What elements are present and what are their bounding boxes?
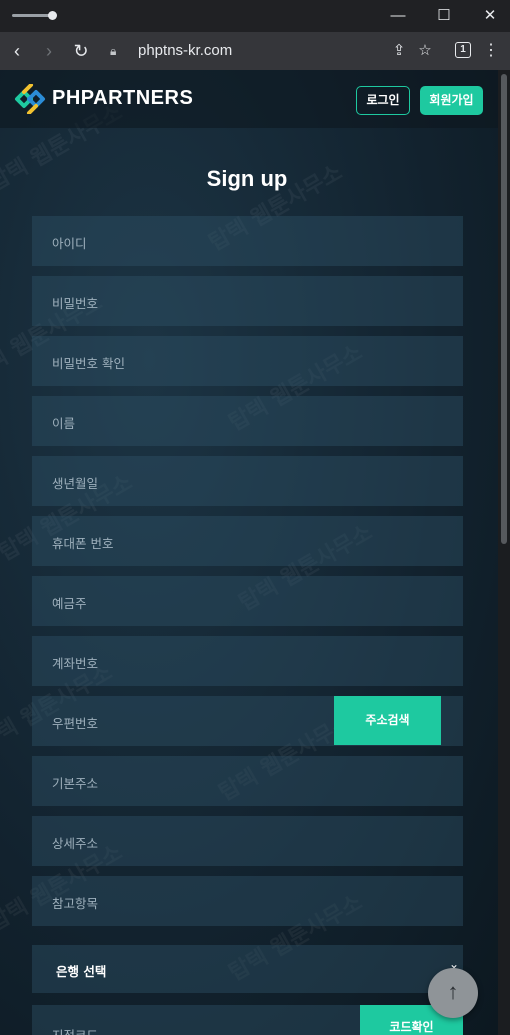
field-placeholder: 이름: [52, 416, 76, 431]
back-arrow-icon[interactable]: ‹: [6, 40, 28, 62]
field-placeholder: 생년월일: [52, 476, 99, 491]
bank-select-label: 은행 선택: [56, 964, 107, 979]
site-header: PHPARTNERS 로그인 회원가입: [0, 70, 498, 128]
field-placeholder: 휴대폰 번호: [52, 536, 114, 551]
logo-icon: [15, 84, 45, 114]
field-placeholder: 참고항목: [52, 896, 99, 911]
base-address-field[interactable]: 기본주소: [32, 756, 463, 806]
url-text: phptns-kr.com: [138, 42, 233, 59]
reload-icon[interactable]: ↻: [70, 40, 92, 62]
arrow-up-icon: ↑: [447, 979, 459, 1004]
field-placeholder: 우편번호: [52, 716, 99, 731]
tab-switcher-button[interactable]: 1: [455, 42, 471, 58]
minimize-icon[interactable]: —: [388, 6, 408, 26]
address-search-button[interactable]: 주소검색: [334, 696, 441, 745]
login-button[interactable]: 로그인: [356, 86, 410, 115]
password-field[interactable]: 비밀번호: [32, 276, 463, 326]
field-placeholder: 예금주: [52, 596, 87, 611]
zoom-slider-track[interactable]: [12, 14, 52, 17]
more-menu-icon[interactable]: ⋮: [480, 40, 502, 62]
page-viewport: 탑텍 웹툰사무소 탑텍 웹툰사무소 탑텍 웹툰사무소 탑텍 웹툰사무소 탑텍 웹…: [0, 70, 498, 1035]
name-field[interactable]: 이름: [32, 396, 463, 446]
phone-field[interactable]: 휴대폰 번호: [32, 516, 463, 566]
close-icon[interactable]: ✕: [480, 6, 500, 26]
lock-icon: 🔒︎: [110, 44, 117, 58]
window-titlebar: — ☐ ✕: [0, 0, 510, 32]
field-placeholder: 지점코드: [52, 1025, 98, 1035]
account-holder-field[interactable]: 예금주: [32, 576, 463, 626]
bookmark-star-icon[interactable]: ☆: [414, 40, 436, 62]
reference-field[interactable]: 참고항목: [32, 876, 463, 926]
maximize-icon[interactable]: ☐: [434, 6, 454, 26]
bank-select[interactable]: 은행 선택 ⌄: [32, 945, 463, 993]
field-placeholder: 상세주소: [52, 836, 99, 851]
account-number-field[interactable]: 계좌번호: [32, 636, 463, 686]
field-placeholder: 계좌번호: [52, 656, 99, 671]
scroll-to-top-button[interactable]: ↑: [428, 968, 478, 1018]
zoom-slider-knob[interactable]: [48, 11, 57, 20]
page-title: Sign up: [206, 166, 288, 191]
field-placeholder: 비밀번호 확인: [52, 356, 125, 371]
forward-arrow-icon[interactable]: ›: [38, 40, 60, 62]
detail-address-field[interactable]: 상세주소: [32, 816, 463, 866]
password-confirm-field[interactable]: 비밀번호 확인: [32, 336, 463, 386]
username-field[interactable]: 아이디: [32, 216, 463, 266]
field-placeholder: 비밀번호: [52, 296, 99, 311]
page-scrollbar-thumb[interactable]: [501, 74, 507, 544]
browser-toolbar: ‹ › ↻ 🔒︎ phptns-kr.com ⇪ ☆ 1 ⋮: [0, 32, 510, 70]
birthdate-field[interactable]: 생년월일: [32, 456, 463, 506]
signup-button[interactable]: 회원가입: [420, 86, 483, 115]
share-icon[interactable]: ⇪: [388, 40, 410, 62]
field-placeholder: 기본주소: [52, 776, 99, 791]
field-placeholder: 아이디: [52, 236, 87, 251]
logo-text[interactable]: PHPARTNERS: [52, 87, 193, 110]
